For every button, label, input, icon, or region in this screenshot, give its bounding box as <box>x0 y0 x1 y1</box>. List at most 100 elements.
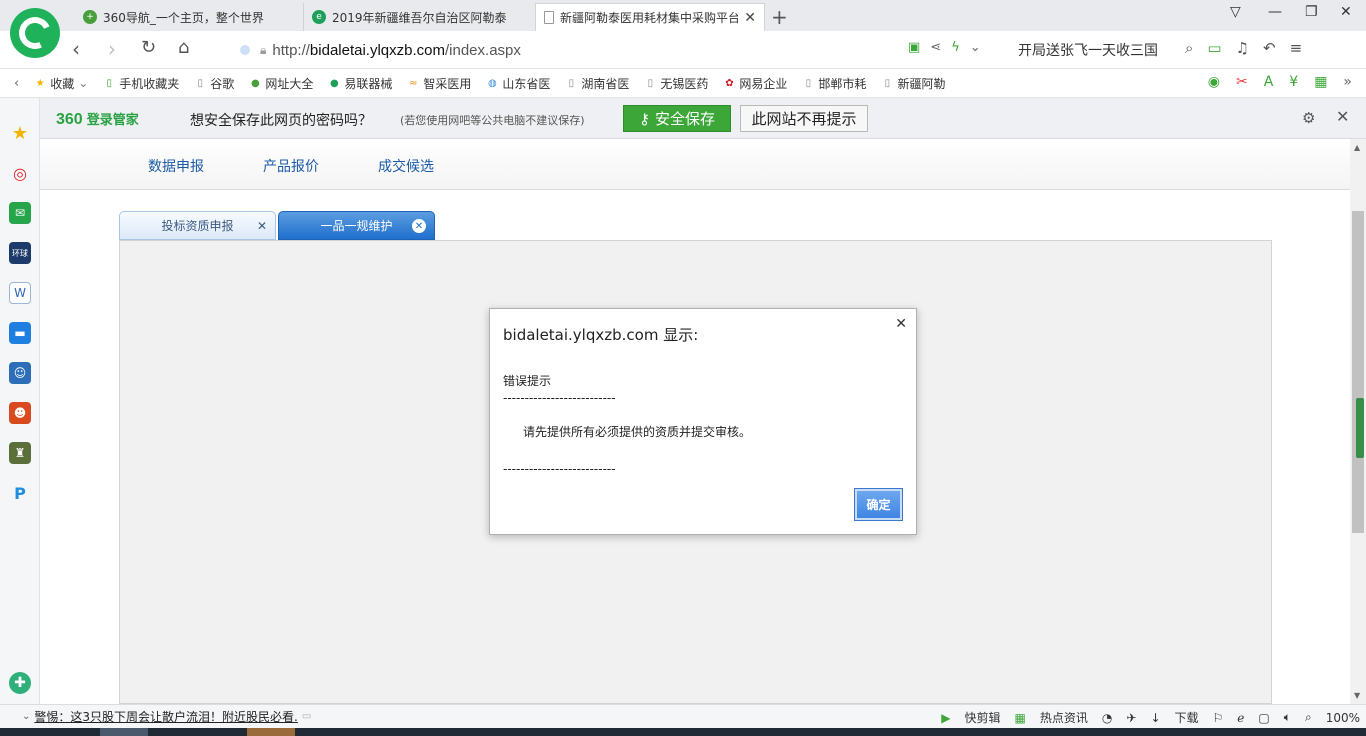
undo-icon[interactable]: ↶ <box>1263 39 1276 57</box>
bookmark-label: 网址大全 <box>265 76 314 91</box>
bookmark-google[interactable]: ▯ 谷歌 <box>193 75 235 92</box>
close-window-button[interactable]: ✕ <box>1340 4 1352 20</box>
nav-product-quote[interactable]: 产品报价 <box>263 156 319 176</box>
star-icon: ★ <box>35 77 45 89</box>
bookmark-favorites[interactable]: ★ 收藏 ⌄ <box>33 75 89 92</box>
close-icon[interactable]: ✕ <box>412 219 426 233</box>
close-tab-icon[interactable]: ✕ <box>744 10 756 26</box>
screen-badge-icon[interactable]: ▣ <box>908 40 920 55</box>
taskbar-item[interactable] <box>247 728 295 736</box>
tab-bid-qualification[interactable]: 投标资质申报 ✕ <box>119 211 276 240</box>
hot-news-button[interactable]: 热点资讯 <box>1040 709 1088 726</box>
bookmark-handan[interactable]: ▯ 邯郸市耗 <box>801 75 867 92</box>
netease-icon: ✿ <box>725 77 734 89</box>
side-handle[interactable] <box>1356 398 1364 458</box>
favorites-star-icon[interactable]: ★ <box>9 122 31 144</box>
search-ad-text[interactable]: 开局送张飞一天收三国 <box>1018 40 1158 60</box>
scroll-down-icon[interactable]: ▼ <box>1354 691 1360 700</box>
share-icon[interactable]: ⋖ <box>930 40 941 55</box>
collapse-sidebar-icon[interactable]: ‹ <box>14 76 19 91</box>
quick-clip-button[interactable]: 快剪辑 <box>965 709 1001 726</box>
close-icon[interactable]: ✕ <box>1336 107 1349 126</box>
bookmark-yilian[interactable]: ● 易联器械 <box>327 75 392 92</box>
taskbar-item[interactable] <box>100 728 148 736</box>
forward-button[interactable]: › <box>108 37 116 61</box>
chevron-down-icon[interactable]: ⌄ <box>970 40 981 55</box>
tab-altay-platform[interactable]: 新疆阿勒泰医用耗材集中采购平台 ✕ <box>535 3 765 31</box>
window-icon[interactable]: ▢ <box>1258 711 1269 725</box>
scroll-up-icon[interactable]: ▲ <box>1354 143 1360 152</box>
bookmark-zhicai[interactable]: ≈ 智采医用 <box>406 75 471 92</box>
tab-product-spec-maintenance[interactable]: 一品一规维护 ✕ <box>278 211 435 240</box>
speed-icon[interactable]: ◔ <box>1102 711 1112 725</box>
message-icon[interactable]: ▬ <box>9 322 31 344</box>
error-message: 请先提供所有必须提供的资质并提交审核。 <box>523 425 752 439</box>
os-taskbar <box>0 728 1366 736</box>
gamepad-icon[interactable]: ▦ <box>1314 74 1327 90</box>
ie-icon[interactable]: ℯ <box>1237 711 1244 725</box>
global-times-icon[interactable]: 环球 <box>9 242 31 264</box>
refresh-button[interactable]: ↻ <box>141 37 156 58</box>
weibo-icon[interactable]: ◎ <box>9 162 31 184</box>
game-icon-1[interactable]: ☺ <box>9 362 31 384</box>
tab-altay-announcement[interactable]: e 2019年新疆维吾尔自治区阿勒泰 <box>303 3 533 31</box>
nav-deal-candidates[interactable]: 成交候选 <box>378 156 434 176</box>
save-password-button[interactable]: ⚷ 安全保存 <box>623 105 731 132</box>
minimize-button[interactable]: — <box>1268 4 1282 20</box>
lightning-icon[interactable]: ϟ <box>951 40 960 55</box>
word-doc-icon[interactable]: W <box>9 282 31 304</box>
page-icon: ▯ <box>197 77 204 89</box>
button-label: 确定 <box>866 498 891 512</box>
flag-icon[interactable]: ⚐ <box>1213 711 1224 725</box>
url-input[interactable]: 🔒︎ http://bidaletai.ylqxzb.com/index.asp… <box>232 37 1002 63</box>
mail-icon[interactable]: ✉ <box>9 202 31 224</box>
yuan-icon[interactable]: ¥ <box>1289 74 1298 90</box>
chevron-down-icon[interactable]: ⌄ <box>22 711 30 722</box>
more-icon[interactable]: » <box>1343 74 1352 90</box>
bookmark-shandong[interactable]: ◍ 山东省医 <box>485 75 550 92</box>
back-button[interactable]: ‹ <box>72 37 80 61</box>
chat-icon[interactable]: ◉ <box>1208 74 1220 90</box>
tab-360-nav[interactable]: + 360导航_一个主页，整个世界 <box>75 3 301 31</box>
battery-icon[interactable]: ▭ <box>1207 39 1221 57</box>
maximize-button[interactable]: ❐ <box>1305 4 1318 20</box>
bookmark-hunan[interactable]: ▯ 湖南省医 <box>564 75 630 92</box>
game-icon-2[interactable]: ☻ <box>9 402 31 424</box>
bookmark-xinjiang[interactable]: ▯ 新疆阿勒 <box>880 75 946 92</box>
insecure-lock-icon[interactable]: 🔒︎ <box>260 43 266 58</box>
download-button[interactable]: 下载 <box>1175 709 1199 726</box>
scroll-thumb[interactable] <box>1352 211 1364 533</box>
pin-icon[interactable]: ✈ <box>1126 711 1136 725</box>
close-icon[interactable]: ✕ <box>257 219 267 233</box>
home-button[interactable]: ⌂ <box>178 37 189 58</box>
bookmark-wuxi[interactable]: ▯ 无锡医药 <box>643 75 709 92</box>
bookmark-mobile[interactable]: ▯ 手机收藏夹 <box>102 75 180 92</box>
bookmark-url-directory[interactable]: ● 网址大全 <box>248 75 313 92</box>
headphones-icon[interactable]: ♫ <box>1236 39 1249 57</box>
scissors-icon[interactable]: ✂ <box>1236 74 1248 90</box>
zoom-level[interactable]: 100% <box>1326 711 1360 725</box>
browser-e-icon: e <box>312 10 326 24</box>
add-app-icon[interactable]: ✚ <box>9 672 31 694</box>
ok-button[interactable]: 确定 <box>854 488 903 521</box>
close-icon[interactable]: ✕ <box>895 316 907 332</box>
news-ticker-link[interactable]: 警惕：这3只股下周会让散户流泪！附近股民必看. <box>34 708 297 725</box>
nav-data-declaration[interactable]: 数据申报 <box>148 156 204 176</box>
new-tab-button[interactable]: + <box>771 5 788 29</box>
360-icon: ● <box>250 77 260 89</box>
browser-logo[interactable] <box>10 8 60 58</box>
page-icon: ▯ <box>805 77 812 89</box>
search-icon[interactable]: ⌕ <box>1185 39 1193 57</box>
bookmark-label: 智采医用 <box>423 76 472 91</box>
volume-icon[interactable]: 🔈︎ <box>1284 710 1291 725</box>
save-password-question: 想安全保存此网页的密码吗？ <box>190 113 372 129</box>
gear-icon[interactable]: ⚙ <box>1302 109 1315 127</box>
translate-icon[interactable]: A <box>1264 74 1274 90</box>
game-icon-3[interactable]: ♜ <box>9 442 31 464</box>
p-app-icon[interactable]: P <box>9 482 31 504</box>
shirt-skin-icon[interactable]: ▽ <box>1230 4 1241 20</box>
bookmarks-bar: ‹ ★ 收藏 ⌄ ▯ 手机收藏夹 ▯ 谷歌 ● 网址大全 ● 易联器械 ≈ 智采医用 ◍ 山东省… <box>0 69 1366 98</box>
bookmark-netease[interactable]: ✿ 网易企业 <box>722 75 787 92</box>
menu-icon[interactable]: ≡ <box>1290 39 1303 57</box>
never-prompt-button[interactable]: 此网站不再提示 <box>740 105 868 132</box>
